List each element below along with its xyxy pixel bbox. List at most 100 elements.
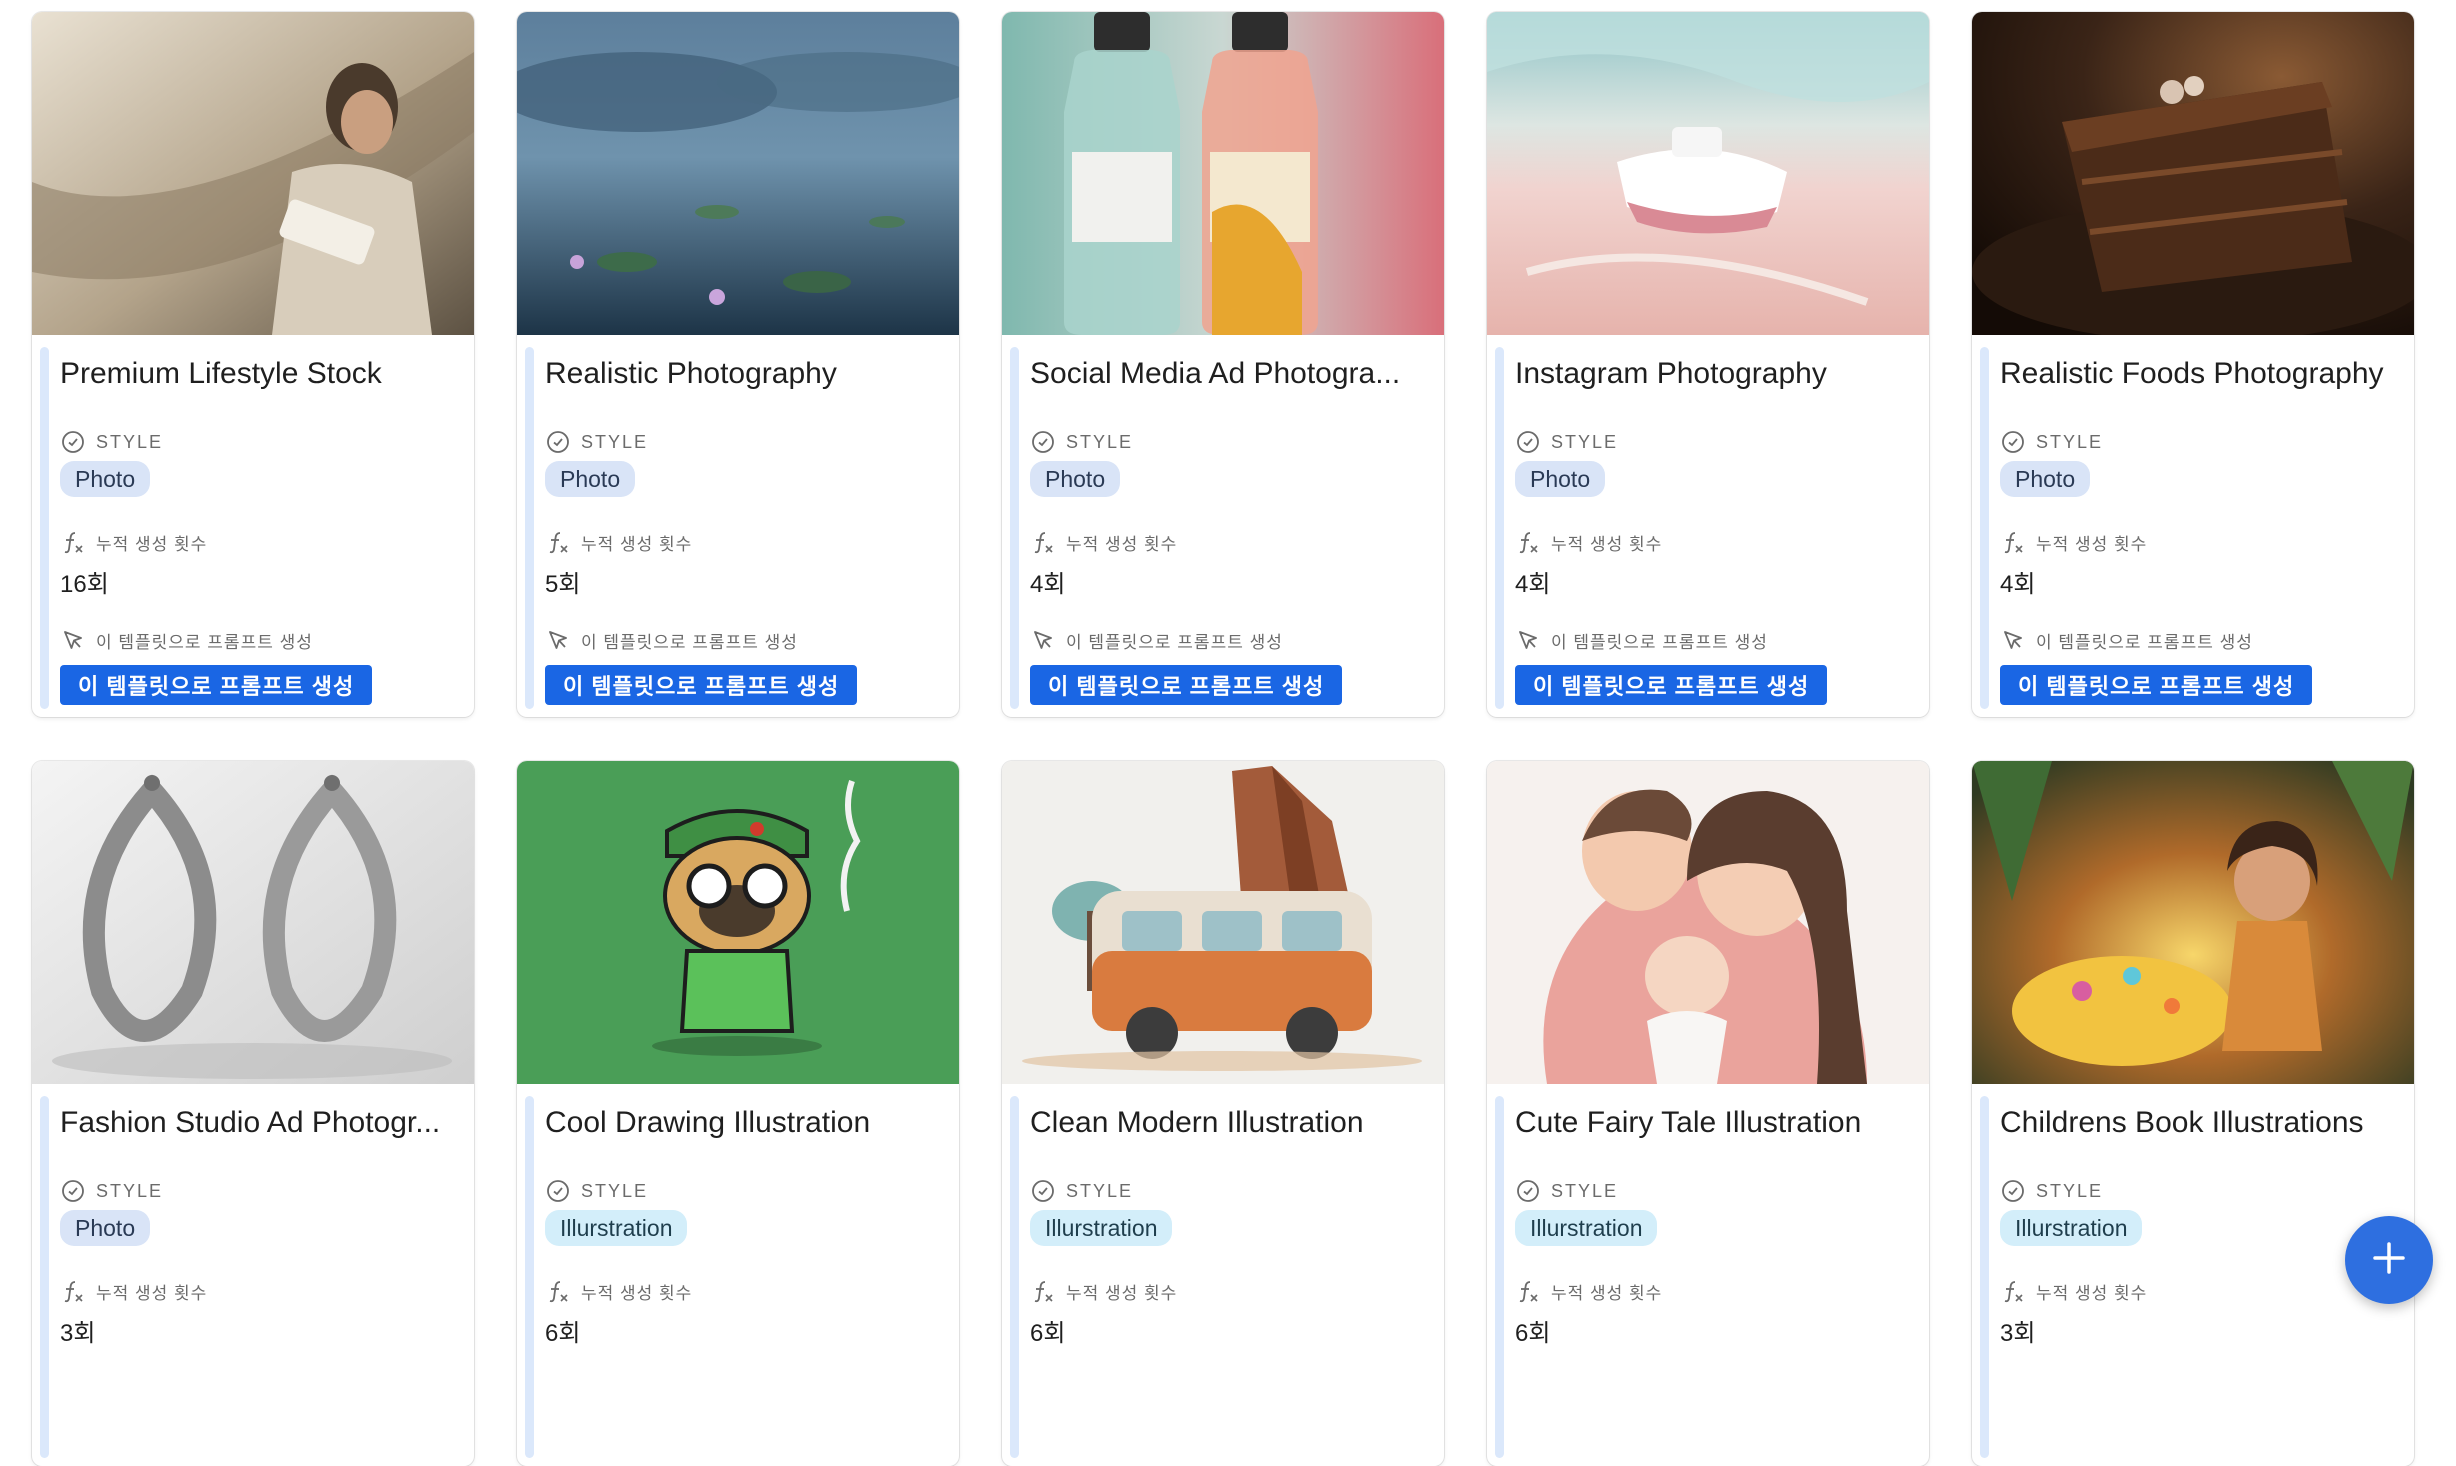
count-label-text: 누적 생성 횟수 xyxy=(96,534,208,554)
style-tag: Photo xyxy=(60,461,151,497)
check-circle-icon xyxy=(1515,429,1541,455)
cover-image xyxy=(1487,12,1929,335)
card-title[interactable]: Childrens Book Illustrations xyxy=(2000,1106,2398,1140)
style-label-text: STYLE xyxy=(1066,431,1134,452)
style-property-label: STYLE xyxy=(60,1178,163,1204)
template-card[interactable]: Fashion Studio Ad Photogr... STYLE Photo… xyxy=(32,761,474,1466)
card-accent-bar xyxy=(1495,347,1504,709)
style-tag: Photo xyxy=(545,461,636,497)
generate-prompt-button[interactable]: 이 템플릿으로 프롬프트 생성 xyxy=(60,665,373,705)
generation-count: 3회 xyxy=(60,1320,96,1347)
card-accent-bar xyxy=(1495,1096,1504,1458)
card-title[interactable]: Clean Modern Illustration xyxy=(1030,1106,1428,1140)
generation-count: 6회 xyxy=(1515,1320,1551,1347)
cover-image xyxy=(1972,761,2414,1084)
check-circle-icon xyxy=(545,429,571,455)
cursor-icon xyxy=(60,627,86,653)
check-circle-icon xyxy=(2000,1178,2026,1204)
check-circle-icon xyxy=(1030,429,1056,455)
generate-prompt-button[interactable]: 이 템플릿으로 프롬프트 생성 xyxy=(2000,665,2313,705)
style-property-label: STYLE xyxy=(60,429,163,455)
template-card[interactable]: Social Media Ad Photogra... STYLE Photo … xyxy=(1002,12,1444,717)
template-gallery: Premium Lifestyle Stock STYLE Photo 누적 생… xyxy=(32,12,2414,1466)
generate-prompt-button[interactable]: 이 템플릿으로 프롬프트 생성 xyxy=(545,665,858,705)
add-template-button[interactable] xyxy=(2345,1216,2433,1304)
card-title[interactable]: Cute Fairy Tale Illustration xyxy=(1515,1106,1913,1140)
count-label-text: 누적 생성 횟수 xyxy=(1066,534,1178,554)
formula-icon xyxy=(1030,1278,1056,1304)
check-circle-icon xyxy=(1515,1178,1541,1204)
generate-property-label: 이 템플릿으로 프롬프트 생성 xyxy=(1030,627,1283,653)
style-label-text: STYLE xyxy=(581,431,649,452)
formula-icon xyxy=(60,1278,86,1304)
count-property-label: 누적 생성 횟수 xyxy=(1030,1278,1177,1304)
count-label-text: 누적 생성 횟수 xyxy=(2036,1283,2148,1303)
count-label-text: 누적 생성 횟수 xyxy=(1066,1283,1178,1303)
style-label-text: STYLE xyxy=(1551,1180,1619,1201)
card-title[interactable]: Instagram Photography xyxy=(1515,357,1913,391)
template-card[interactable]: Cool Drawing Illustration STYLE Illurstr… xyxy=(517,761,959,1466)
generate-prompt-button[interactable]: 이 템플릿으로 프롬프트 생성 xyxy=(1030,665,1343,705)
count-property-label: 누적 생성 횟수 xyxy=(60,1278,207,1304)
card-title[interactable]: Realistic Foods Photography xyxy=(2000,357,2398,391)
formula-icon xyxy=(545,1278,571,1304)
style-label-text: STYLE xyxy=(2036,1180,2104,1201)
count-property-label: 누적 생성 횟수 xyxy=(2000,1278,2147,1304)
template-card[interactable]: Realistic Photography STYLE Photo 누적 생성 … xyxy=(517,12,959,717)
template-card[interactable]: Clean Modern Illustration STYLE Illurstr… xyxy=(1002,761,1444,1466)
cursor-icon xyxy=(2000,627,2026,653)
count-property-label: 누적 생성 횟수 xyxy=(1030,529,1177,555)
style-label-text: STYLE xyxy=(1551,431,1619,452)
count-property-label: 누적 생성 횟수 xyxy=(2000,529,2147,555)
card-accent-bar xyxy=(40,347,49,709)
generate-label-text: 이 템플릿으로 프롬프트 생성 xyxy=(581,632,798,652)
card-accent-bar xyxy=(40,1096,49,1458)
style-property-label: STYLE xyxy=(1030,1178,1133,1204)
cursor-icon xyxy=(545,627,571,653)
card-accent-bar xyxy=(1980,347,1989,709)
card-title[interactable]: Premium Lifestyle Stock xyxy=(60,357,458,391)
generation-count: 4회 xyxy=(1030,571,1066,598)
style-tag: Photo xyxy=(60,1210,151,1246)
card-title[interactable]: Social Media Ad Photogra... xyxy=(1030,357,1428,391)
card-title[interactable]: Realistic Photography xyxy=(545,357,943,391)
formula-icon xyxy=(1515,1278,1541,1304)
style-tag: Photo xyxy=(2000,461,2091,497)
generate-property-label: 이 템플릿으로 프롬프트 생성 xyxy=(1515,627,1768,653)
count-property-label: 누적 생성 횟수 xyxy=(545,529,692,555)
style-tag: Illurstration xyxy=(545,1210,688,1246)
card-title[interactable]: Cool Drawing Illustration xyxy=(545,1106,943,1140)
formula-icon xyxy=(60,529,86,555)
template-card[interactable]: Instagram Photography STYLE Photo 누적 생성 … xyxy=(1487,12,1929,717)
card-title[interactable]: Fashion Studio Ad Photogr... xyxy=(60,1106,458,1140)
formula-icon xyxy=(545,529,571,555)
generate-label-text: 이 템플릿으로 프롬프트 생성 xyxy=(96,632,313,652)
generate-label-text: 이 템플릿으로 프롬프트 생성 xyxy=(1551,632,1768,652)
template-card[interactable]: Cute Fairy Tale Illustration STYLE Illur… xyxy=(1487,761,1929,1466)
template-card[interactable]: Premium Lifestyle Stock STYLE Photo 누적 생… xyxy=(32,12,474,717)
plus-icon xyxy=(2369,1238,2409,1283)
generate-prompt-button[interactable]: 이 템플릿으로 프롬프트 생성 xyxy=(1515,665,1828,705)
count-property-label: 누적 생성 횟수 xyxy=(60,529,207,555)
template-card[interactable]: Realistic Foods Photography STYLE Photo … xyxy=(1972,12,2414,717)
style-property-label: STYLE xyxy=(1515,429,1618,455)
template-card[interactable]: Childrens Book Illustrations STYLE Illur… xyxy=(1972,761,2414,1466)
count-property-label: 누적 생성 횟수 xyxy=(1515,1278,1662,1304)
style-property-label: STYLE xyxy=(2000,429,2103,455)
generate-property-label: 이 템플릿으로 프롬프트 생성 xyxy=(60,627,313,653)
style-label-text: STYLE xyxy=(1066,1180,1134,1201)
generation-count: 6회 xyxy=(545,1320,581,1347)
check-circle-icon xyxy=(1030,1178,1056,1204)
count-label-text: 누적 생성 횟수 xyxy=(1551,1283,1663,1303)
count-label-text: 누적 생성 횟수 xyxy=(96,1283,208,1303)
count-label-text: 누적 생성 횟수 xyxy=(581,534,693,554)
formula-icon xyxy=(1030,529,1056,555)
count-label-text: 누적 생성 횟수 xyxy=(581,1283,693,1303)
style-property-label: STYLE xyxy=(1515,1178,1618,1204)
cover-image xyxy=(32,12,474,335)
generation-count: 4회 xyxy=(1515,571,1551,598)
card-accent-bar xyxy=(1010,1096,1019,1458)
cover-image xyxy=(1972,12,2414,335)
formula-icon xyxy=(1515,529,1541,555)
card-accent-bar xyxy=(525,347,534,709)
